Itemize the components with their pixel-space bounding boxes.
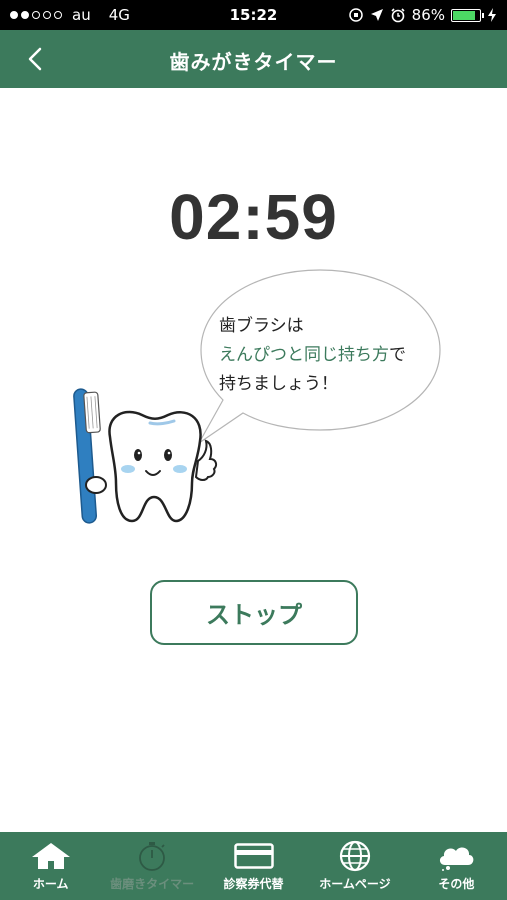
page-title: 歯みがきタイマー [169,50,338,74]
tab-label: その他 [438,877,475,891]
tooth-mascot-illustration [73,388,218,524]
bubble-text: 歯ブラシは えんぴつと同じ持ち方で 持ちましょう！ [219,312,449,399]
globe-icon [339,840,371,872]
bubble-line-2: えんぴつと同じ持ち方で [219,341,449,370]
tab-label: 診察券代替 [223,877,284,891]
alarm-icon [391,8,405,23]
tab-label: ホーム [32,877,69,891]
tab-label: ホームページ [319,877,391,891]
tab-home[interactable]: ホーム [0,832,101,900]
tab-website[interactable]: ホームページ [304,832,405,900]
status-bar: au 4G 15:22 86% [0,0,507,30]
tab-label: 歯磨きタイマー [110,877,195,891]
tab-card[interactable]: 診察券代替 [203,832,304,900]
battery-icon [451,8,484,22]
timer-display: 02:59 [169,181,338,253]
battery-percent: 86% [411,6,445,24]
stopwatch-icon [139,842,166,871]
stop-button[interactable]: ストップ [150,580,358,645]
bubble-line-2-rest: で [389,345,406,365]
card-icon [233,843,274,869]
tab-other[interactable]: その他 [406,832,507,900]
bubble-line-3: 持ちましょう！ [219,374,338,394]
charging-bolt-icon [488,8,496,22]
bubble-line-1: 歯ブラシは [219,316,304,336]
bubble-highlight: えんぴつと同じ持ち方 [219,345,389,365]
toothbrush-icon [73,388,101,524]
nav-bar: 歯みがきタイマー [0,30,507,88]
location-arrow-icon [370,9,383,21]
tab-timer[interactable]: 歯磨きタイマー [101,832,202,900]
cloud-icon [440,847,474,871]
status-right: 86% [348,0,497,30]
rotation-lock-icon [348,8,363,22]
home-icon [31,843,70,869]
tab-bar: ホーム 歯磨きタイマー 診察券代替 ホームページ その他 [0,832,507,900]
